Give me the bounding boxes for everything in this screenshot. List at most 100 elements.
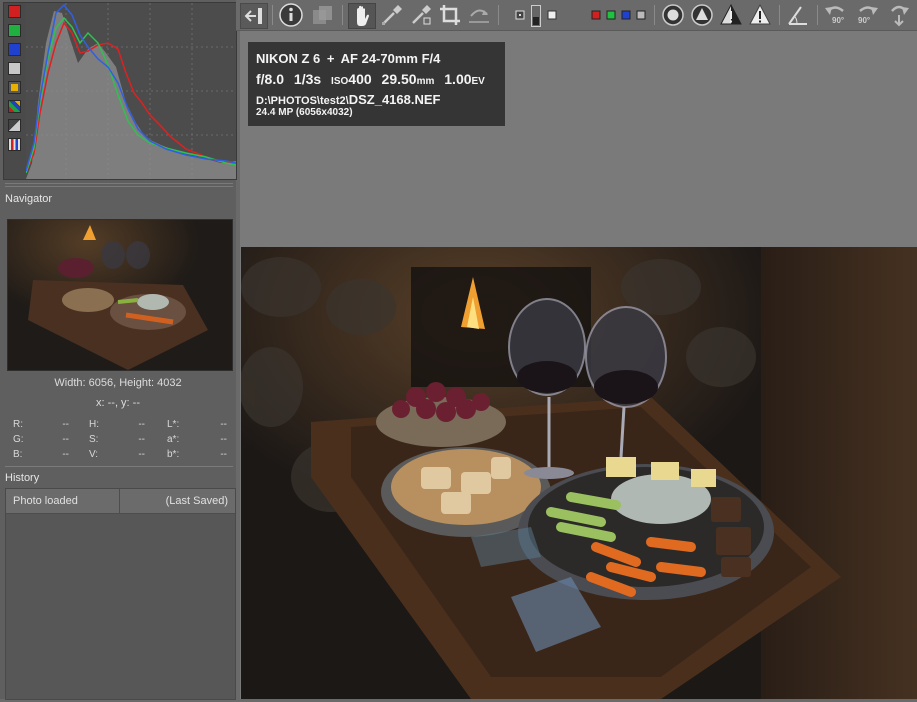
toolbar: 90° 90° — [236, 0, 917, 31]
toolbar-separator — [779, 5, 780, 25]
highlight-clipping-button[interactable] — [747, 3, 773, 27]
chroma-button[interactable] — [8, 81, 21, 94]
g-label: G: — [13, 434, 24, 445]
blue-channel-button[interactable] — [8, 43, 21, 56]
rotate-left-button[interactable]: 90° — [823, 3, 851, 27]
history-state: (Last Saved) — [165, 495, 228, 507]
green-channel-toggle[interactable] — [605, 3, 617, 27]
ev-unit: EV — [471, 76, 485, 87]
histogram-buttons — [6, 5, 24, 157]
rotate-right-label: 90° — [858, 16, 871, 25]
megapixels-line: 24.4 MP (6056x4032) — [256, 107, 353, 118]
white-balance-picker-button[interactable] — [379, 3, 405, 27]
green-channel-button[interactable] — [8, 24, 21, 37]
red-channel-toggle[interactable] — [590, 3, 602, 27]
a-value: -- — [220, 434, 227, 445]
hand-icon — [357, 5, 369, 26]
history-action: Photo loaded — [13, 495, 78, 507]
camera-lens-line: NIKON Z 6 + AF 24-70mm F/4 — [256, 51, 441, 66]
luminance-button[interactable] — [8, 62, 21, 75]
red-channel-button[interactable] — [8, 5, 21, 18]
false-color-toggle[interactable] — [689, 3, 715, 27]
s-value: -- — [138, 434, 145, 445]
histogram-bar-button[interactable] — [8, 119, 21, 132]
aperture-value: f/8.0 — [256, 71, 285, 87]
image-dimensions: Width: 6056, Height: 4032 — [54, 377, 182, 389]
straighten-button[interactable] — [466, 3, 492, 27]
column-divider — [119, 489, 120, 513]
before-after-icon — [313, 6, 332, 24]
history-row[interactable]: Photo loaded (Last Saved) — [6, 489, 235, 514]
blue-square-icon — [621, 10, 631, 20]
focal-length: 29.50 — [381, 71, 417, 87]
lens-model: AF 24-70mm F/4 — [340, 51, 441, 66]
angle-icon — [788, 6, 807, 25]
raw-histogram-button[interactable] — [8, 100, 21, 113]
focus-mask-button[interactable] — [514, 3, 526, 27]
l-value: -- — [220, 419, 227, 430]
g-value: -- — [62, 434, 69, 445]
main-photo[interactable] — [239, 247, 917, 699]
focus-mask-toggle[interactable] — [660, 3, 686, 27]
shadow-clipping-button[interactable] — [718, 3, 744, 27]
luminosity-toggle[interactable] — [635, 3, 647, 27]
gray-square-icon — [636, 10, 646, 20]
history-title: History — [5, 472, 40, 484]
h-label: H: — [89, 419, 99, 430]
hide-left-panel-button[interactable] — [240, 3, 268, 29]
circle-icon — [662, 4, 684, 26]
histogram-mode-button[interactable] — [8, 138, 21, 151]
flip-icon — [891, 5, 909, 27]
hsv-values: H: -- S: -- V: -- — [89, 417, 145, 462]
history-list: Photo loaded (Last Saved) — [5, 488, 236, 700]
navigator-title: Navigator — [5, 193, 53, 205]
rotate-left-label: 90° — [832, 16, 845, 25]
b-star-label: b*: — [167, 449, 180, 460]
camera-model: NIKON Z 6 — [256, 51, 321, 66]
lab-values: L*: -- a*: -- b*: -- — [167, 417, 227, 462]
l-label: L*: — [167, 419, 180, 430]
v-value: -- — [138, 449, 145, 460]
navigator-preview-image — [8, 220, 232, 370]
warning-dark-icon — [720, 4, 742, 25]
panel-divider — [5, 466, 233, 467]
flip-button[interactable] — [886, 3, 912, 27]
a-label: a*: — [167, 434, 180, 445]
iso-label: ISO — [331, 76, 349, 87]
panel-divider — [5, 186, 233, 187]
preview-channel-toggle[interactable] — [531, 5, 541, 27]
blue-channel-toggle[interactable] — [620, 3, 632, 27]
white-square-icon — [547, 10, 557, 20]
show-white-button[interactable] — [546, 3, 558, 27]
color-picker-button[interactable] — [408, 3, 434, 27]
shutter-value: 1/3s — [293, 71, 322, 87]
file-directory: D:\PHOTOS\test2\ — [256, 95, 349, 107]
v-label: V: — [89, 449, 99, 460]
panel-divider — [5, 183, 233, 184]
red-square-icon — [591, 10, 601, 20]
before-after-button[interactable] — [310, 3, 336, 27]
small-square-icon — [515, 10, 525, 20]
focal-unit: mm — [416, 76, 435, 87]
hand-tool-button[interactable] — [348, 3, 376, 29]
histogram-panel — [3, 2, 237, 180]
cursor-coordinates: x: --, y: -- — [96, 397, 140, 409]
left-panel: Navigator Width: 6056, Height: 4032 x: - — [0, 0, 237, 700]
toolbar-separator — [342, 5, 343, 25]
info-icon — [279, 3, 303, 27]
b-value: -- — [62, 449, 69, 460]
crop-button[interactable] — [437, 3, 463, 27]
exposure-line: f/8.0 1/3s ISO400 29.50mm 1.00EV — [256, 71, 485, 87]
r-label: R: — [13, 419, 23, 430]
info-button[interactable] — [278, 3, 304, 27]
triangle-circle-icon — [691, 4, 713, 26]
photo-image — [239, 247, 917, 699]
rotate-right-button[interactable]: 90° — [854, 3, 882, 27]
perspective-button[interactable] — [785, 3, 811, 27]
navigator-thumbnail[interactable] — [7, 219, 233, 371]
toolbar-separator — [654, 5, 655, 25]
s-label: S: — [89, 434, 99, 445]
straighten-icon — [469, 9, 489, 23]
histogram-graph — [26, 3, 236, 179]
file-path-line: D:\PHOTOS\test2\DSZ_4168.NEF — [256, 92, 440, 107]
